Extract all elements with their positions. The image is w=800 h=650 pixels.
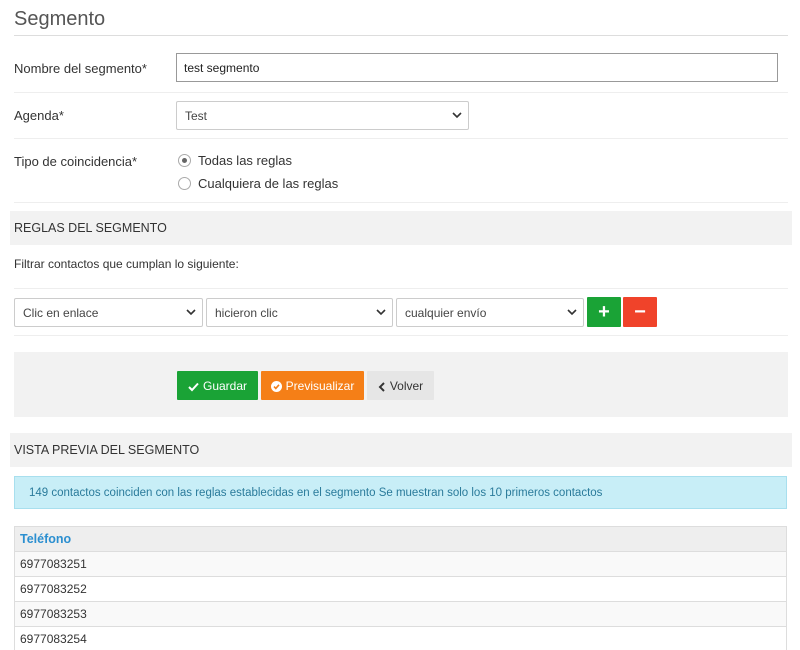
phone-cell: 6977083251 [14, 551, 787, 577]
chevron-down-icon [452, 112, 462, 119]
chevron-down-icon [567, 309, 577, 316]
agenda-select[interactable]: Test [176, 101, 469, 130]
phone-cell: 6977083254 [14, 626, 787, 650]
agenda-label: Agenda* [14, 108, 64, 123]
chevron-down-icon [376, 309, 386, 316]
page-title: Segmento [14, 8, 106, 30]
actions-panel: Guardar Previsualizar Volver [14, 352, 788, 417]
rules-section-header: REGLAS DEL SEGMENTO [10, 211, 792, 245]
rules-section-title: REGLAS DEL SEGMENTO [14, 221, 167, 235]
radio-all-rules-label: Todas las reglas [198, 153, 292, 168]
phone-cell: 6977083253 [14, 601, 787, 627]
title-divider [14, 35, 788, 36]
info-alert: 149 contactos coinciden con las reglas e… [14, 476, 787, 509]
rule-field-select[interactable]: Clic en enlace [14, 298, 203, 327]
segment-name-input[interactable] [176, 53, 778, 82]
rule-divider-top [14, 288, 788, 289]
rule-value-value: cualquier envío [405, 306, 487, 320]
add-rule-button[interactable]: + [587, 297, 621, 327]
contacts-table: Teléfono 6977083251 6977083252 697708325… [14, 526, 787, 650]
match-type-label: Tipo de coincidencia* [14, 154, 138, 169]
rule-operator-select[interactable]: hicieron clic [206, 298, 393, 327]
check-circle-icon [270, 380, 282, 392]
segment-name-label: Nombre del segmento* [14, 61, 147, 76]
radio-checked-icon[interactable] [178, 154, 191, 167]
radio-any-rule[interactable]: Cualquiera de las reglas [178, 176, 338, 191]
table-row: 6977083251 [14, 551, 787, 577]
check-icon [188, 382, 199, 391]
segment-name-row: Nombre del segmento* [14, 53, 788, 93]
info-alert-text: 149 contactos coinciden con las reglas e… [29, 487, 603, 499]
back-button-label: Volver [389, 378, 424, 393]
table-row: 6977083254 [14, 626, 787, 650]
rule-value-select[interactable]: cualquier envío [396, 298, 584, 327]
save-button[interactable]: Guardar [177, 371, 258, 400]
radio-unchecked-icon[interactable] [178, 177, 191, 190]
remove-rule-button[interactable]: − [623, 297, 657, 327]
agenda-select-value: Test [185, 109, 208, 123]
chevron-down-icon [186, 309, 196, 316]
phone-cell: 6977083252 [14, 576, 787, 602]
preview-section-header: VISTA PREVIA DEL SEGMENTO [10, 433, 792, 467]
table-header-row: Teléfono [14, 526, 787, 552]
match-type-row: Tipo de coincidencia* Todas las reglas C… [14, 139, 788, 203]
radio-all-rules[interactable]: Todas las reglas [178, 153, 292, 168]
rule-field-value: Clic en enlace [23, 306, 99, 320]
rule-operator-value: hicieron clic [215, 306, 278, 320]
chevron-left-icon [378, 381, 385, 392]
table-row: 6977083252 [14, 576, 787, 602]
rule-divider-bottom [14, 335, 788, 336]
table-row: 6977083253 [14, 601, 787, 627]
agenda-row: Agenda* Test [14, 93, 788, 139]
column-header-phone[interactable]: Teléfono [14, 526, 787, 552]
back-button[interactable]: Volver [367, 371, 434, 400]
filter-description: Filtrar contactos que cumplan lo siguien… [14, 257, 239, 271]
radio-any-rule-label: Cualquiera de las reglas [198, 176, 339, 191]
preview-button[interactable]: Previsualizar [261, 371, 364, 400]
preview-button-label: Previsualizar [285, 378, 355, 393]
save-button-label: Guardar [202, 378, 248, 393]
preview-section-title: VISTA PREVIA DEL SEGMENTO [14, 443, 200, 457]
